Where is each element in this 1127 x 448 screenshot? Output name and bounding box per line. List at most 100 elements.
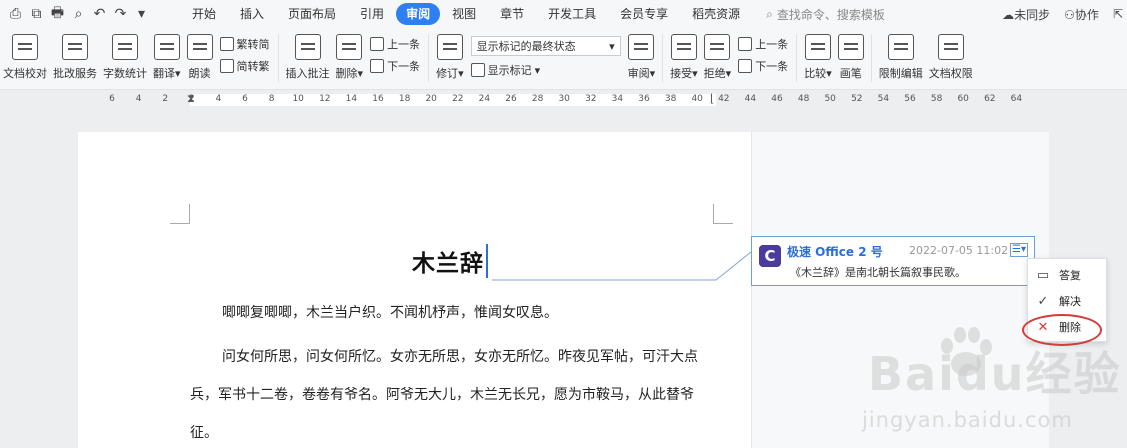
pen-button[interactable]: 画笔: [835, 34, 867, 86]
ruler-tick-label: 10: [292, 94, 304, 104]
comment-card[interactable]: C 极速 Office 2 号 2022-07-05 11:02 ☰▾ 《木兰辞…: [751, 236, 1035, 286]
accept-button[interactable]: 接受▾: [667, 34, 701, 86]
print-icon[interactable]: 🖶: [50, 2, 65, 26]
ruler-tick-label: 4: [135, 94, 142, 104]
tab-home[interactable]: 开始: [180, 3, 228, 25]
paragraph[interactable]: 唧唧复唧唧，木兰当户织。不闻机杼声，惟闻女叹息。: [190, 294, 720, 332]
compare-icon: [804, 34, 831, 60]
prev-comment-label: 上一条: [387, 38, 421, 51]
pen-icon: [837, 34, 864, 60]
tab-member[interactable]: 会员专享: [608, 3, 680, 25]
tab-view[interactable]: 视图: [440, 3, 488, 25]
ruler-tick-label: 6: [109, 94, 115, 104]
right-indent-marker-icon[interactable]: ⌊: [710, 92, 714, 105]
prev-revision-button[interactable]: 上一条: [738, 36, 788, 52]
tab-developer[interactable]: 开发工具: [536, 3, 608, 25]
ruler-tick-label: 2: [162, 94, 169, 104]
document-page[interactable]: 木兰辞 唧唧复唧唧，木兰当户织。不闻机杼声，惟闻女叹息。 问女何所思，问女何所忆…: [78, 132, 751, 448]
export-pdf-icon[interactable]: ⧉: [29, 6, 44, 22]
comment-menu-icon[interactable]: ☰▾: [1010, 243, 1028, 257]
ruler-tick-label: 50: [824, 94, 836, 104]
markup-mode-select[interactable]: 显示标记的最终状态 ▾: [470, 36, 621, 56]
ruler-tick-label: 12: [319, 94, 331, 104]
watermark-brand: Baidu经验: [868, 347, 1122, 401]
insert-comment-icon: [294, 34, 321, 60]
review-pane-label: 审阅▾: [627, 67, 656, 80]
paragraph[interactable]: 问女何所思，问女何所忆。女亦无所思，女亦无所忆。昨夜见军帖，可汗大点兵，军书十二…: [190, 338, 720, 448]
next-revision-button[interactable]: 下一条: [738, 58, 788, 74]
redo-icon[interactable]: ↷: [113, 6, 128, 22]
ruler-tick-label: 32: [585, 94, 597, 104]
resolve-label: 解决: [1059, 295, 1081, 308]
to-simplified-label: 简转繁: [236, 60, 270, 73]
tab-insert[interactable]: 插入: [228, 3, 276, 25]
share-icon[interactable]: ⇱: [1113, 7, 1123, 21]
horizontal-ruler[interactable]: ⧗ ⌊ 6 4 2 2 4 6 8 10 12 14 16 18 20 22 24 26 28 30 32 34 36 3…: [0, 90, 1127, 110]
compare-button[interactable]: 比较▾: [801, 34, 835, 86]
markup-mode-value: 显示标记的最终状态: [476, 40, 576, 53]
save-icon[interactable]: ⎙: [8, 6, 23, 22]
user-icon: ⚇: [1064, 7, 1075, 22]
read-aloud-icon: [186, 34, 213, 60]
tab-review[interactable]: 审阅: [396, 3, 441, 25]
ruler-tick-label: 60: [957, 94, 969, 104]
next-comment-label: 下一条: [387, 60, 421, 73]
reply-menu-item[interactable]: ▭ 答复: [1036, 264, 1081, 286]
translate-icon: [153, 34, 180, 60]
translate-button[interactable]: 翻译▾: [150, 34, 184, 86]
tab-references[interactable]: 引用: [348, 3, 396, 25]
ruler-tick-label: 42: [718, 94, 730, 104]
batch-service-icon: [62, 34, 88, 60]
ruler-tick-label: 64: [1010, 94, 1023, 104]
customize-chevron-icon[interactable]: ▾: [134, 6, 149, 22]
insert-comment-button[interactable]: 插入批注: [283, 34, 333, 86]
reply-label: 答复: [1059, 269, 1081, 282]
right-tools: ☁未同步 ⚇协作 ⇱: [1002, 0, 1123, 28]
prev-comment-button[interactable]: 上一条: [370, 36, 420, 52]
document-title[interactable]: 木兰辞: [412, 244, 488, 278]
divider: [870, 34, 872, 82]
revise-icon: [436, 34, 463, 60]
command-search[interactable]: ⌕ 查找命令、搜索模板: [766, 6, 885, 23]
divider: [277, 34, 279, 82]
collab-label: 协作: [1074, 7, 1099, 22]
check-icon: ✓: [1037, 293, 1049, 309]
undo-icon[interactable]: ↶: [92, 6, 107, 22]
doc-permission-button[interactable]: 文档权限: [926, 34, 976, 86]
to-simplified-button[interactable]: 简转繁: [219, 58, 270, 74]
review-pane-button[interactable]: 审阅▾: [625, 34, 659, 86]
comment-text[interactable]: 《木兰辞》是南北朝长篇叙事民歌。: [790, 264, 966, 280]
sync-status[interactable]: ☁未同步: [1002, 6, 1050, 23]
markup-group: 显示标记的最终状态 ▾ 显示标记 ▾: [467, 34, 625, 80]
search-icon: ⌕: [766, 6, 773, 21]
resolve-menu-item[interactable]: ✓ 解决: [1036, 290, 1081, 312]
convert-icon: [219, 59, 234, 73]
reject-button[interactable]: 拒绝▾: [701, 34, 735, 86]
revision-nav-group: 上一条 下一条: [734, 34, 792, 76]
tab-section[interactable]: 章节: [488, 3, 536, 25]
prev-icon: [370, 37, 385, 51]
tab-page-layout[interactable]: 页面布局: [276, 3, 348, 25]
delete-comment-button[interactable]: 删除▾: [333, 34, 367, 86]
divider: [662, 34, 664, 82]
read-aloud-button[interactable]: 朗读: [184, 34, 216, 86]
to-traditional-button[interactable]: 繁转简: [219, 36, 270, 52]
divider: [796, 34, 798, 82]
restrict-edit-button[interactable]: 限制编辑: [876, 34, 926, 86]
ruler-tick-label: 38: [664, 94, 677, 104]
ruler-tick-label: 34: [611, 94, 624, 104]
translate-label: 翻译▾: [153, 67, 181, 80]
next-icon: [370, 59, 385, 73]
word-count-button[interactable]: 字数统计: [100, 34, 150, 86]
doc-permission-label: 文档权限: [928, 67, 973, 80]
print-preview-icon[interactable]: ⌕: [71, 6, 86, 22]
batch-service-button[interactable]: 批改服务: [50, 34, 100, 86]
tab-docer[interactable]: 稻壳资源: [680, 3, 752, 25]
margin-corner-mark: [170, 204, 190, 224]
doc-proof-button[interactable]: 文档校对: [0, 34, 50, 86]
ruler-tick-label: 62: [984, 94, 996, 104]
next-comment-button[interactable]: 下一条: [370, 58, 420, 74]
show-markup-button[interactable]: 显示标记 ▾: [470, 62, 621, 78]
revise-button[interactable]: 修订▾: [433, 34, 467, 86]
collab-button[interactable]: ⚇协作: [1064, 6, 1099, 23]
